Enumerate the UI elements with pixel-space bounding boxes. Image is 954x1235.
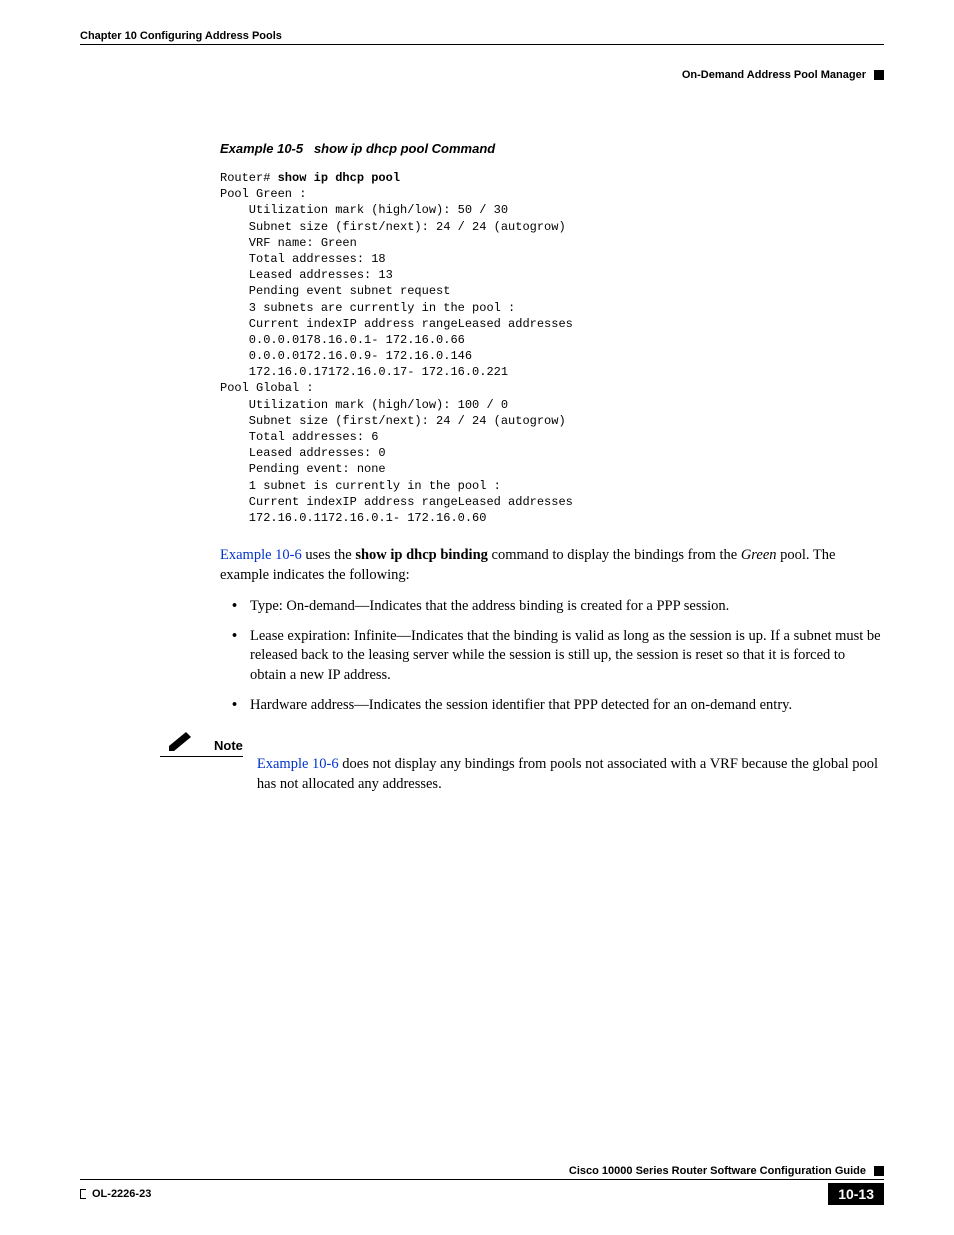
list-item: Lease expiration: Infinite—Indicates tha… (232, 627, 884, 686)
example-label: Example 10-5 (220, 141, 303, 156)
note-text: Example 10-6 does not display any bindin… (257, 755, 884, 794)
note-left: Note (160, 729, 243, 761)
code-block: Router# show ip dhcp pool Pool Green : U… (220, 170, 884, 526)
para-text-b: command to display the bindings from the (488, 547, 741, 563)
section-title: On-Demand Address Pool Manager (682, 69, 866, 81)
list-item: Hardware address—Indicates the session i… (232, 696, 884, 716)
doc-id: OL-2226-23 (92, 1188, 151, 1200)
footer-marker-icon (874, 1166, 884, 1176)
para-text-a: uses the (302, 547, 356, 563)
example-title-text: show ip dhcp pool Command (314, 141, 495, 156)
bullet-list: Type: On-demand—Indicates that the addre… (232, 597, 884, 715)
code-command: show ip dhcp pool (278, 171, 400, 185)
section-header: On-Demand Address Pool Manager (80, 69, 884, 81)
page-footer: Cisco 10000 Series Router Software Confi… (80, 1165, 884, 1205)
code-prompt: Router# (220, 171, 278, 185)
example-link[interactable]: Example 10-6 (220, 547, 302, 563)
section-marker-icon (874, 70, 884, 80)
note-icon-wrap (160, 729, 200, 756)
pool-name-italic: Green (741, 547, 777, 563)
code-output: Pool Green : Utilization mark (high/low)… (220, 187, 573, 525)
pencil-icon (166, 729, 194, 751)
note-rest: does not display any bindings from pools… (257, 756, 878, 792)
main-content: Example 10-5 show ip dhcp pool Command R… (220, 141, 884, 794)
note-example-link[interactable]: Example 10-6 (257, 756, 339, 772)
page-number-badge: 10-13 (828, 1183, 884, 1205)
example-heading: Example 10-5 show ip dhcp pool Command (220, 141, 884, 156)
note-label: Note (214, 738, 243, 756)
list-item: Type: On-demand—Indicates that the addre… (232, 597, 884, 617)
chapter-title: Chapter 10 Configuring Address Pools (80, 30, 282, 42)
page-header: Chapter 10 Configuring Address Pools (80, 30, 884, 45)
intro-paragraph: Example 10-6 uses the show ip dhcp bindi… (220, 546, 884, 585)
guide-title: Cisco 10000 Series Router Software Confi… (569, 1165, 866, 1177)
note-block: Note Example 10-6 does not display any b… (160, 729, 884, 794)
command-name: show ip dhcp binding (355, 547, 488, 563)
footer-bracket-icon (80, 1189, 86, 1199)
